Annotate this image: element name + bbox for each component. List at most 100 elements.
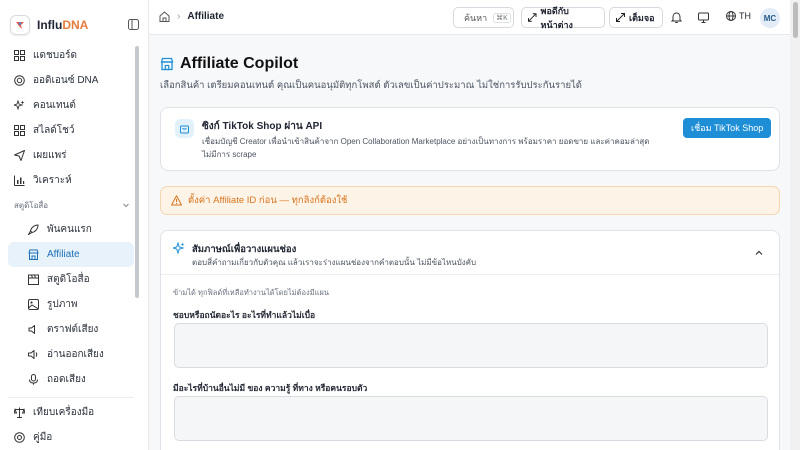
tiktok-sync-title: ซิงก์ TikTok Shop ผ่าน API	[202, 121, 323, 132]
language-switcher[interactable]: TH	[726, 11, 751, 21]
sidebar-item-transcribe[interactable]: ถอดเสียง	[8, 367, 134, 392]
scale-icon	[14, 407, 25, 418]
sidebar-item-analytics[interactable]: วิเคราะห์	[8, 168, 134, 193]
top-header: › Affiliate ค้นหา ⌘K พอดีกับหน้าต่าง เต็…	[149, 0, 800, 35]
fullscreen-button[interactable]: เต็มจอ	[609, 7, 663, 28]
interview-description: ตอบสี่คำถามเกี่ยวกับตัวคุณ แล้วเราจะร่าง…	[192, 258, 477, 267]
sidebar-bottom: เทียบเครื่องมือ คู่มือ	[8, 397, 134, 450]
sidebar-item-label: แดชบอร์ด	[33, 50, 77, 61]
sidebar-item-label: เทียบเครื่องมือ	[33, 407, 95, 418]
avatar[interactable]: MC	[760, 8, 780, 28]
sidebar: InfluDNA แดชบอร์ด ออดิเอนซ์ DNA คอนเทนต์…	[0, 0, 149, 450]
sidebar-item-label: ถอดเสียง	[47, 374, 86, 385]
page-title: Affiliate Copilot	[180, 55, 299, 72]
brand[interactable]: InfluDNA	[10, 13, 140, 37]
chevron-down-icon	[123, 203, 129, 208]
store-icon	[160, 57, 174, 71]
store-icon	[28, 249, 39, 260]
sidebar-item-label: คู่มือ	[33, 432, 53, 443]
sidebar-section-label: สตูดิโอสื่อ	[14, 200, 49, 210]
sidebar-item-compare-tools[interactable]: เทียบเครื่องมือ	[8, 400, 134, 425]
sidebar-item-voice-draft[interactable]: ตราฟต์เสียง	[8, 317, 134, 342]
sidebar-item-slideshow[interactable]: สไลด์โชว์	[8, 118, 134, 143]
connect-tiktok-button[interactable]: เชื่อม TikTok Shop	[683, 118, 772, 138]
search-label: ค้นหา	[464, 12, 488, 23]
sidebar-item-guide[interactable]: คู่มือ	[8, 425, 134, 450]
globe-icon	[726, 11, 736, 21]
page-subtitle: เลือกสินค้า เตรียมคอนเทนต์ คุณเป็นคนอนุม…	[160, 80, 582, 91]
interview-title: สัมภาษณ์เพื่อวางแผนช่อง	[192, 244, 297, 255]
breadcrumb-current: Affiliate	[187, 11, 225, 22]
sidebar-item-publish[interactable]: เผยแพร่	[8, 143, 134, 168]
interview-header[interactable]: สัมภาษณ์เพื่อวางแผนช่อง ตอบสี่คำถามเกี่ย…	[161, 231, 779, 275]
breadcrumb-separator: ›	[177, 11, 181, 22]
sidebar-item-dashboard[interactable]: แดชบอร์ด	[8, 43, 134, 68]
sidebar-item-label: สไลด์โชว์	[33, 125, 75, 136]
tiktok-sync-card: ซิงก์ TikTok Shop ผ่าน API เชื่อมบัญชี C…	[160, 107, 780, 171]
sparkle-icon	[14, 100, 25, 111]
clapper-icon	[28, 274, 39, 285]
warning-icon	[171, 195, 182, 206]
audience-icon	[14, 75, 25, 86]
sparkle-icon	[173, 242, 185, 254]
notification-bell-icon[interactable]	[669, 10, 683, 24]
send-icon	[14, 150, 25, 161]
search-shortcut: ⌘K	[493, 12, 511, 23]
mic-icon	[29, 374, 38, 385]
shopping-bag-icon	[175, 119, 194, 138]
expand-icon	[616, 13, 625, 22]
sidebar-item-label: เผยแพร่	[33, 150, 67, 161]
brand-logo-icon	[10, 15, 30, 35]
sidebar-item-label: Affiliate	[47, 249, 80, 260]
page-scrollbar-thumb[interactable]	[793, 2, 798, 38]
sidebar-item-content[interactable]: คอนเทนต์	[8, 93, 134, 118]
home-icon[interactable]	[159, 11, 170, 22]
interview-note: ข้ามได้ ทุกฟิลด์ที่เหลือทำงานได้โดยไม่ต้…	[173, 288, 329, 297]
search-button[interactable]: ค้นหา ⌘K	[453, 7, 514, 28]
sidebar-item-label: สตูดิโอสื่อ	[47, 274, 90, 285]
rocket-icon	[28, 224, 39, 235]
sidebar-item-label: ออดิเอนซ์ DNA	[33, 75, 99, 86]
warning-text: ตั้งค่า Affiliate ID ก่อน — ทุกลิงก์ต้อง…	[188, 195, 348, 206]
sidebar-item-label: วิเคราะห์	[33, 175, 72, 186]
question-answer-field[interactable]	[174, 323, 768, 368]
dashboard-icon	[14, 50, 25, 61]
sidebar-item-label: คอนเทนต์	[33, 100, 76, 111]
channel-interview-card: สัมภาษณ์เพื่อวางแผนช่อง ตอบสี่คำถามเกี่ย…	[160, 230, 780, 450]
sidebar-collapse-icon[interactable]	[126, 17, 140, 31]
sidebar-item-affiliate[interactable]: Affiliate	[8, 242, 134, 267]
fullscreen-label: เต็มจอ	[629, 12, 655, 23]
brand-name-suffix: DNA	[62, 18, 89, 32]
question-answer-field[interactable]	[174, 396, 768, 441]
sidebar-item-audience[interactable]: ออดิเอนซ์ DNA	[8, 68, 134, 93]
sidebar-item-media-studio[interactable]: สตูดิโอสื่อ	[8, 267, 134, 292]
sidebar-item-label: ตราฟต์เสียง	[47, 324, 99, 335]
sidebar-item-first-thousand[interactable]: พันคนแรก	[8, 217, 134, 242]
page-scrollbar[interactable]	[790, 0, 800, 450]
sidebar-scrollbar[interactable]	[135, 46, 139, 298]
sidebar-item-read-aloud[interactable]: อ่านออกเสียง	[8, 342, 134, 367]
fit-window-label: พอดีกับหน้าต่าง	[540, 5, 573, 30]
breadcrumb: › Affiliate	[159, 11, 224, 22]
sidebar-section-media-studio[interactable]: สตูดิโอสื่อ	[8, 193, 134, 217]
chevron-up-icon[interactable]	[754, 248, 764, 258]
help-icon	[14, 432, 25, 443]
speaker-icon	[28, 325, 35, 334]
main-content: Affiliate Copilot เลือกสินค้า เตรียมคอนเ…	[149, 35, 790, 450]
sidebar-item-label: พันคนแรก	[47, 224, 92, 235]
chart-icon	[14, 175, 25, 186]
monitor-icon[interactable]	[696, 10, 710, 24]
tiktok-sync-description: เชื่อมบัญชี Creator เพื่อนำเข้าสินค้าจาก…	[202, 137, 650, 159]
language-label: TH	[739, 11, 751, 21]
brand-name-prefix: Influ	[37, 18, 63, 32]
sidebar-item-label: อ่านออกเสียง	[47, 349, 104, 360]
image-icon	[28, 299, 39, 310]
sidebar-item-images[interactable]: รูปภาพ	[8, 292, 134, 317]
expand-icon	[528, 13, 537, 22]
fit-window-button[interactable]: พอดีกับหน้าต่าง	[521, 6, 605, 30]
affiliate-id-warning: ตั้งค่า Affiliate ID ก่อน — ทุกลิงก์ต้อง…	[160, 186, 780, 215]
brand-name: InfluDNA	[37, 18, 88, 32]
volume-icon	[28, 350, 38, 359]
sidebar-nav: แดชบอร์ด ออดิเอนซ์ DNA คอนเทนต์ สไลด์โชว…	[8, 43, 134, 392]
sidebar-item-label: รูปภาพ	[47, 299, 78, 310]
